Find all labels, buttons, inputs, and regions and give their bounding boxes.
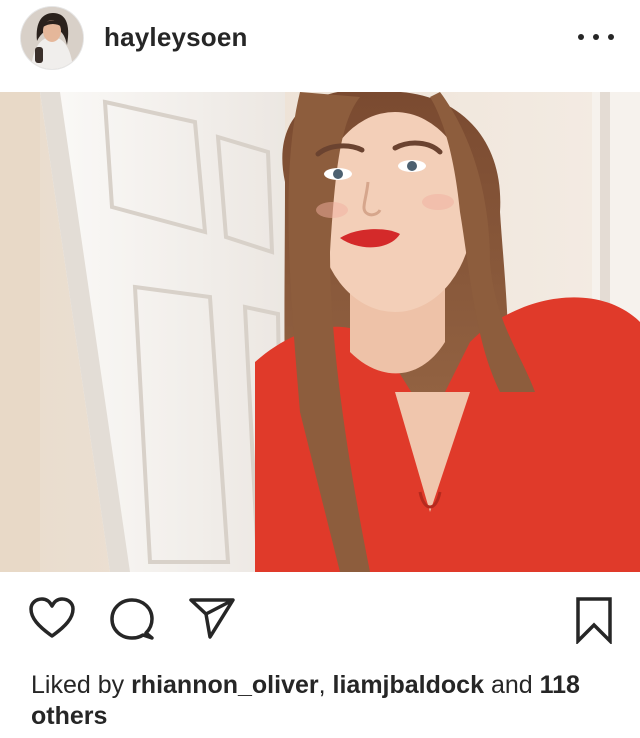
comment-icon[interactable] xyxy=(108,596,156,647)
likes-prefix: Liked by xyxy=(31,671,125,699)
likes-summary: Liked by rhiannon_oliver, liamjbaldock a… xyxy=(31,670,621,732)
more-dot xyxy=(593,34,599,40)
post-username[interactable]: hayleysoen xyxy=(104,22,248,53)
more-dot xyxy=(608,34,614,40)
post-photo[interactable] xyxy=(0,92,640,572)
likes-joiner: and xyxy=(490,671,533,699)
send-icon[interactable] xyxy=(188,596,236,645)
likes-separator: , xyxy=(318,671,326,699)
post-actions xyxy=(0,590,640,650)
post-header: hayleysoen xyxy=(0,0,640,80)
more-horizontal-icon[interactable] xyxy=(578,22,614,52)
post-photo-image xyxy=(0,92,640,572)
liker-username-2[interactable]: liamjbaldock xyxy=(333,671,484,699)
heart-icon[interactable] xyxy=(28,596,76,645)
avatar[interactable] xyxy=(21,7,83,69)
liker-username-1[interactable]: rhiannon_oliver xyxy=(131,671,319,699)
avatar-image xyxy=(21,7,83,69)
more-dot xyxy=(578,34,584,40)
bookmark-icon[interactable] xyxy=(574,596,614,649)
